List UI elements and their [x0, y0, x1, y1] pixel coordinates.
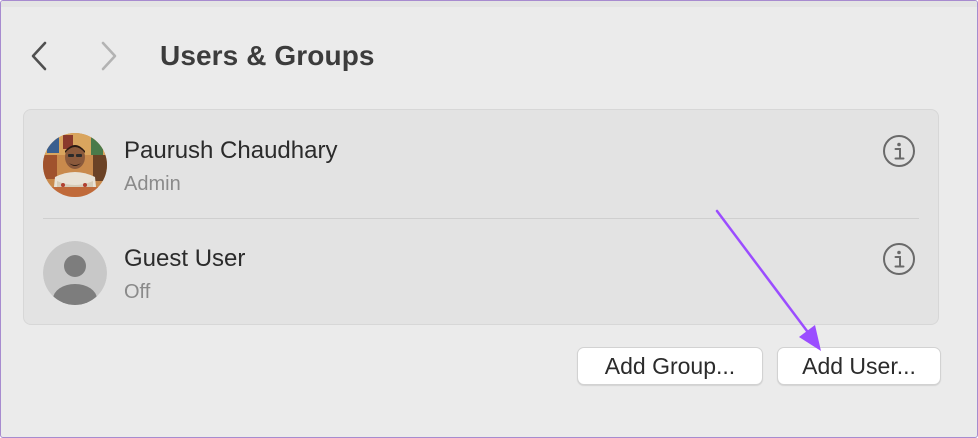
- user-name: Guest User: [124, 245, 246, 272]
- chevron-left-icon: [31, 41, 47, 71]
- add-group-button[interactable]: Add Group...: [577, 347, 763, 385]
- avatar-photo-image: [43, 133, 107, 197]
- user-avatar-photo: [43, 133, 107, 197]
- info-circle-icon: [883, 135, 915, 167]
- user-role: Admin: [124, 173, 181, 195]
- forward-button[interactable]: [97, 39, 121, 73]
- add-user-button[interactable]: Add User...: [777, 347, 941, 385]
- settings-window: Users & Groups Paurush Chaudhary Admin G…: [0, 0, 978, 438]
- user-list: Paurush Chaudhary Admin Guest User Off: [23, 109, 939, 325]
- user-name: Paurush Chaudhary: [124, 137, 338, 164]
- chevron-right-icon: [101, 41, 117, 71]
- window-top-edge: [1, 1, 977, 7]
- user-avatar-generic: [43, 241, 107, 305]
- info-circle-icon: [883, 243, 915, 275]
- back-button[interactable]: [27, 39, 51, 73]
- user-row-admin[interactable]: Paurush Chaudhary Admin: [24, 110, 938, 218]
- user-info-button[interactable]: [882, 242, 916, 276]
- generic-person-icon: [43, 241, 107, 305]
- page-title: Users & Groups: [160, 40, 375, 71]
- user-info-button[interactable]: [882, 134, 916, 168]
- user-row-guest[interactable]: Guest User Off: [24, 218, 938, 326]
- user-role: Off: [124, 281, 151, 303]
